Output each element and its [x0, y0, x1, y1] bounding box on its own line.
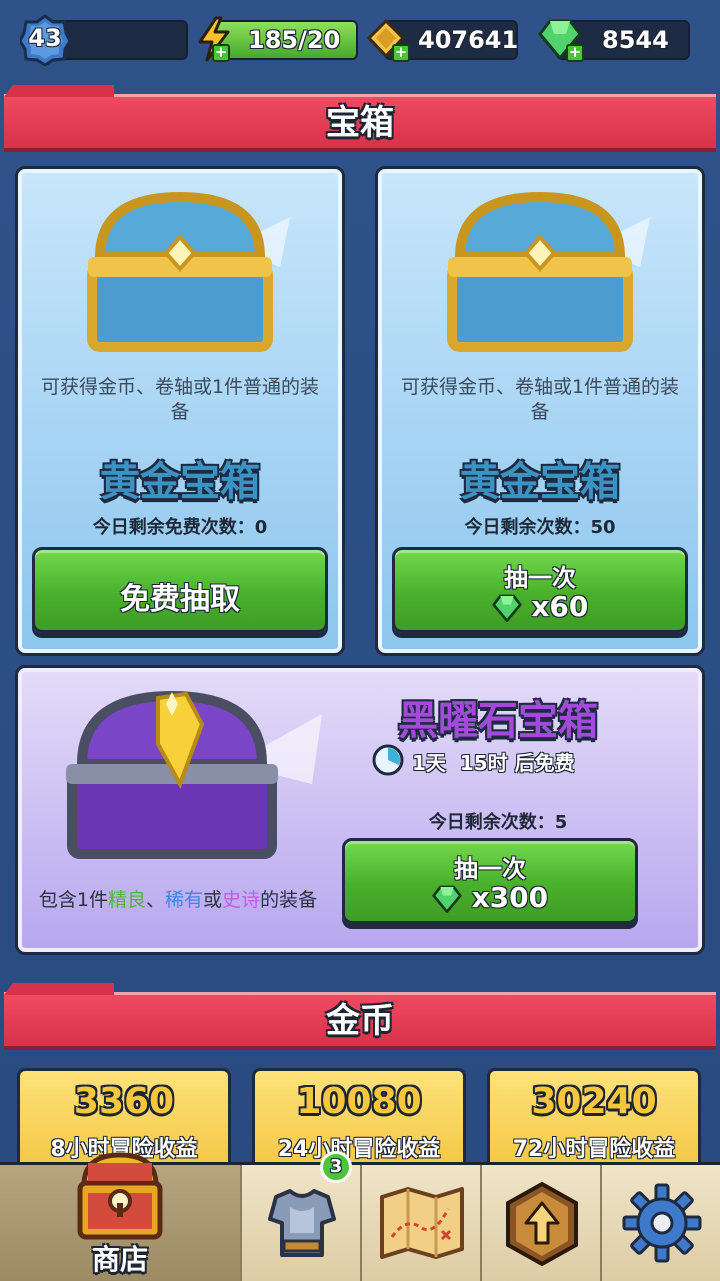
gems-plus-icon[interactable]: + — [566, 44, 584, 62]
obsidian-draw-once-label: 抽一次 — [454, 855, 526, 883]
quality-common: 精良 — [108, 889, 147, 911]
top-bar: 43 185/20 + 407641 + 8544 + — [0, 0, 720, 80]
chests-section-header: 宝箱 — [4, 85, 716, 152]
nav-settings[interactable] — [600, 1165, 720, 1281]
bottom-nav: 商店 3 — [0, 1151, 720, 1281]
gold-chest-card-paid: 可获得金币、卷轴或1件普通的装备 黄金宝箱 今日剩余次数：50 抽一次 x60 — [375, 166, 705, 656]
chest-description: 可获得金币、卷轴或1件普通的装备 — [400, 376, 680, 423]
nav-shop-label: 商店 — [91, 1243, 148, 1276]
obsidian-description: 包含1件精良、稀有或史诗的装备 — [38, 889, 318, 911]
chest-remaining: 今日剩余免费次数：0 — [92, 517, 268, 538]
chest-title: 黄金宝箱 — [460, 459, 620, 505]
obsidian-remaining: 今日剩余次数：5 — [428, 812, 568, 833]
clock-icon — [372, 744, 404, 776]
draw-once-button[interactable]: 抽一次 x60 — [392, 547, 688, 633]
chest-icon — [447, 191, 650, 352]
level-value: 43 — [28, 24, 62, 52]
obsidian-chest-icon — [66, 690, 322, 859]
chests-section-title: 宝箱 — [326, 103, 394, 143]
chest-title: 黄金宝箱 — [100, 459, 260, 505]
nav-shop[interactable]: 商店 — [0, 1152, 240, 1281]
gold-section-title: 金币 — [326, 1001, 394, 1041]
obsidian-chest-card: 黑曜石宝箱 1天 15时 后免费 今日剩余次数：5 抽一次 x300 包含1件精… — [15, 665, 705, 955]
map-icon — [380, 1187, 464, 1259]
chest-icon — [87, 191, 290, 352]
quality-epic: 史诗 — [222, 889, 261, 911]
free-draw-label: 免费抽取 — [120, 582, 240, 617]
obsidian-chest-title: 黑曜石宝箱 — [398, 698, 598, 744]
coins-plus-icon[interactable]: + — [392, 44, 410, 62]
level-badge-icon[interactable]: 43 — [20, 14, 70, 66]
gems-value: 8544 — [602, 26, 669, 54]
chest-icon — [77, 1152, 163, 1240]
free-timer: 1天 15时 后免费 — [372, 744, 622, 780]
chest-description: 可获得金币、卷轴或1件普通的装备 — [40, 376, 320, 423]
gold-offer-amount: 3360 — [73, 1081, 175, 1122]
energy-bar[interactable]: 185/20 — [212, 20, 358, 60]
gold-section-header: 金币 — [4, 983, 716, 1050]
coins-value: 407641 — [418, 26, 519, 54]
armor-icon — [268, 1189, 336, 1257]
gold-offer-amount: 10080 — [296, 1081, 422, 1122]
energy-plus-icon[interactable]: + — [212, 44, 230, 62]
free-timer-text: 1天 15时 后免费 — [412, 751, 575, 775]
gear-icon — [622, 1183, 702, 1263]
energy-value: 185/20 — [248, 26, 341, 54]
nav-upgrade[interactable] — [480, 1165, 600, 1281]
draw-cost: x60 — [531, 590, 589, 623]
quality-rare: 稀有 — [165, 889, 204, 911]
equipment-badge: 3 — [320, 1151, 352, 1183]
gold-chest-card-free: 可获得金币、卷轴或1件普通的装备 黄金宝箱 今日剩余免费次数：0 免费抽取 — [15, 166, 345, 656]
chest-remaining: 今日剩余次数：50 — [464, 517, 616, 538]
nav-map[interactable] — [360, 1165, 480, 1281]
gold-offer-label: 24小时冒险收益 — [277, 1137, 441, 1162]
gem-icon — [491, 594, 522, 622]
gold-offer-label: 72小时冒险收益 — [512, 1137, 676, 1162]
nav-equipment[interactable]: 3 — [240, 1151, 360, 1281]
gold-offer-amount: 30240 — [531, 1081, 657, 1122]
draw-once-label: 抽一次 — [504, 564, 576, 592]
obsidian-draw-cost: x300 — [471, 881, 549, 914]
upgrade-icon — [506, 1181, 578, 1267]
obsidian-draw-once-button[interactable]: 抽一次 x300 — [342, 838, 638, 924]
gem-icon — [432, 885, 462, 913]
free-draw-button[interactable]: 免费抽取 — [32, 547, 328, 633]
